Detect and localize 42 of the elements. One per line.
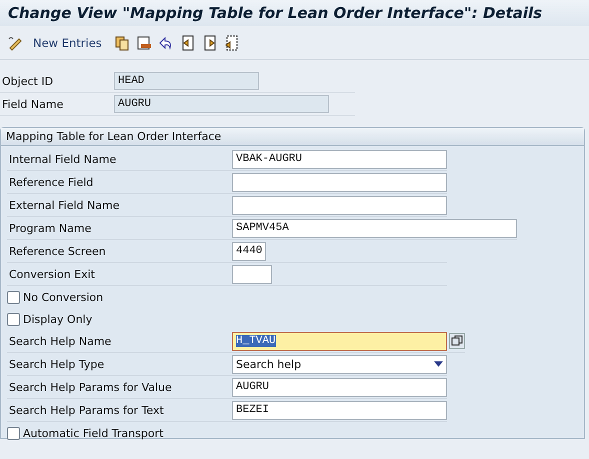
caret-icon [434,361,443,367]
input-field[interactable]: HEAD [114,72,259,90]
next-icon[interactable] [202,34,218,50]
field-label: External Field Name [8,198,120,212]
checkbox-label: Automatic Field Transport [23,426,164,440]
input-field[interactable]: AUGRU [114,95,329,113]
input-field[interactable]: H_TVAU [232,332,447,350]
field-label: Program Name [8,222,92,234]
undo-icon[interactable] [158,34,174,50]
field-label: Search Help Type [8,358,106,370]
field-label: Field Name [1,98,64,110]
select-icon[interactable] [224,34,240,50]
checkbox[interactable] [7,290,20,304]
checkbox-label: No Conversion [23,290,104,304]
new-entries-button[interactable]: New Entries [29,36,108,50]
field-label: Object ID [1,74,54,88]
input-field[interactable] [232,196,447,214]
field-label: Internal Field Name [8,152,118,166]
previous-icon[interactable] [180,34,196,50]
copy-icon[interactable] [114,34,130,50]
pencil-icon[interactable] [7,34,23,50]
checkbox[interactable] [7,312,20,326]
group-title: Mapping Table for Lean Order Interface [6,130,222,143]
field-label: Reference Screen [8,244,107,258]
input-field[interactable]: SAPMV45A [232,218,517,238]
delete-icon[interactable] [136,34,152,50]
field-label: Search Help Name [8,334,112,348]
input-field[interactable] [232,264,272,284]
window-title: Change View "Mapping Table for Lean Order Interface": Details [8,4,542,22]
input-field[interactable]: BEZEI [232,400,447,420]
input-field[interactable]: VBAK-AUGRU [232,150,447,168]
dropdown-field[interactable]: Search help [232,354,447,374]
value-help-icon[interactable] [449,333,465,349]
field-label: Search Help Params for Text [8,404,165,416]
checkbox[interactable] [7,426,20,440]
field-label: Conversion Exit [8,268,96,280]
input-field[interactable]: AUGRU [232,378,447,396]
input-field[interactable]: 4440 [232,242,266,260]
input-field[interactable] [232,172,447,192]
field-label: Reference Field [8,176,94,188]
checkbox-label: Display Only [23,312,92,326]
field-label: Search Help Params for Value [8,380,173,394]
